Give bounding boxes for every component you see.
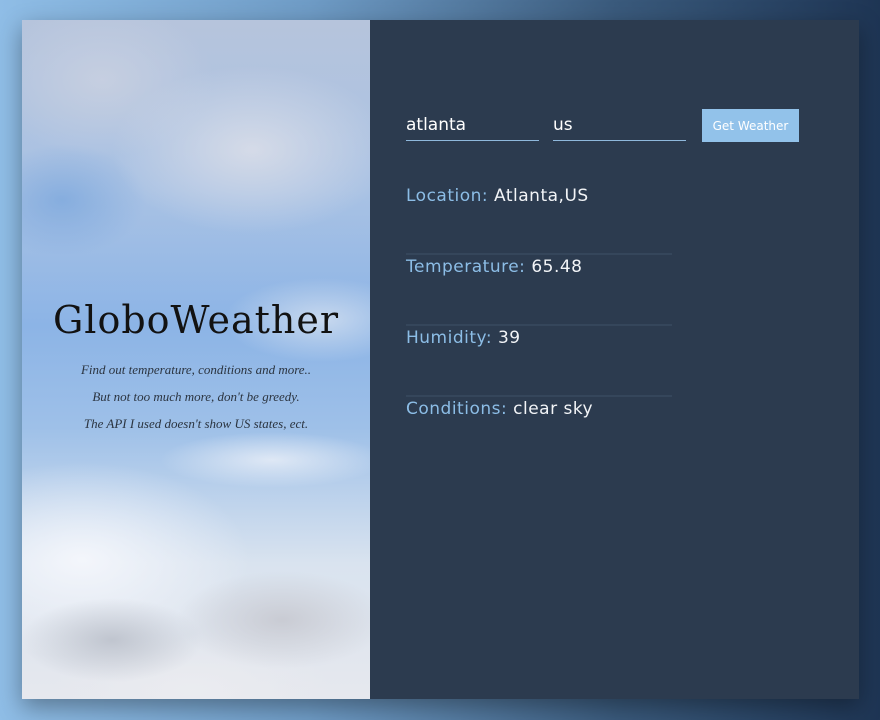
conditions-label: Conditions:: [406, 399, 514, 419]
brand-block: GloboWeather Find out temperature, condi…: [22, 298, 370, 437]
tagline-line-1: Find out temperature, conditions and mor…: [80, 362, 312, 377]
humidity-label: Humidity:: [406, 328, 498, 348]
temperature-label: Temperature:: [406, 257, 532, 277]
result-row-location: Location: Atlanta,US: [406, 185, 672, 255]
sky-hero-panel: GloboWeather Find out temperature, condi…: [22, 20, 370, 699]
conditions-value: clear sky: [513, 399, 594, 419]
location-value: Atlanta,US: [494, 186, 589, 206]
tagline-line-3: The API I used doesn't show US states, e…: [83, 416, 309, 431]
country-input[interactable]: [553, 109, 686, 141]
tagline-line-2: But not too much more, don't be greedy.: [92, 389, 300, 404]
get-weather-button[interactable]: Get Weather: [702, 109, 799, 142]
search-form: Get Weather: [406, 109, 799, 142]
app-title: GloboWeather: [52, 298, 340, 342]
weather-form-panel: Get Weather Location: Atlanta,US Tempera…: [370, 20, 859, 699]
result-row-conditions: Conditions: clear sky: [406, 398, 672, 468]
result-row-temperature: Temperature: 65.48: [406, 256, 672, 326]
city-input[interactable]: [406, 109, 539, 141]
result-row-humidity: Humidity: 39: [406, 327, 672, 397]
weather-results: Location: Atlanta,US Temperature: 65.48 …: [406, 185, 672, 469]
temperature-value: 65.48: [531, 257, 583, 277]
humidity-value: 39: [497, 328, 521, 348]
weather-card: GloboWeather Find out temperature, condi…: [22, 20, 859, 699]
location-label: Location:: [406, 186, 495, 206]
